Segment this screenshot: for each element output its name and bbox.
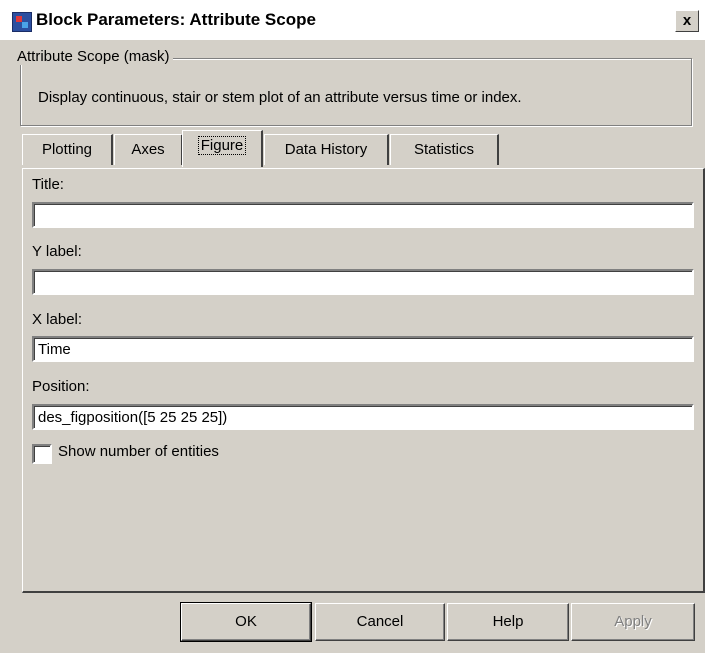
ok-button-label: OK bbox=[235, 613, 257, 630]
position-field-label: Position: bbox=[32, 378, 90, 395]
tab-data-history-label: Data History bbox=[284, 141, 368, 158]
ylabel-field-label: Y label: bbox=[32, 243, 82, 260]
tab-figure-label: Figure bbox=[197, 136, 247, 155]
tab-statistics-label: Statistics bbox=[413, 141, 474, 158]
ylabel-field[interactable] bbox=[32, 269, 694, 295]
close-icon: x bbox=[682, 12, 692, 29]
simulink-block-icon bbox=[12, 12, 32, 32]
help-button[interactable]: Help bbox=[447, 603, 569, 641]
show-entities-label: Show number of entities bbox=[58, 443, 219, 460]
show-entities-checkbox[interactable] bbox=[32, 444, 52, 464]
tab-figure[interactable]: Figure bbox=[182, 130, 263, 167]
title-bar: Block Parameters: Attribute Scope x bbox=[0, 0, 705, 40]
window-title: Block Parameters: Attribute Scope bbox=[36, 10, 316, 29]
close-button[interactable]: x bbox=[675, 10, 699, 32]
description-group-title: Attribute Scope (mask) bbox=[14, 48, 173, 65]
tab-plotting[interactable]: Plotting bbox=[22, 134, 113, 165]
apply-button[interactable]: Apply bbox=[571, 603, 695, 641]
dialog-window: Block Parameters: Attribute Scope x Attr… bbox=[0, 0, 705, 653]
cancel-button-label: Cancel bbox=[356, 613, 404, 630]
help-button-label: Help bbox=[492, 613, 524, 630]
position-field[interactable] bbox=[32, 404, 694, 430]
title-field-label: Title: bbox=[32, 176, 64, 193]
tab-plotting-label: Plotting bbox=[41, 141, 93, 158]
xlabel-field-label: X label: bbox=[32, 311, 83, 328]
tab-axes-label: Axes bbox=[131, 141, 165, 158]
tab-data-history[interactable]: Data History bbox=[264, 134, 389, 165]
tab-statistics[interactable]: Statistics bbox=[390, 134, 499, 165]
tab-panel-figure bbox=[22, 168, 705, 593]
cancel-button[interactable]: Cancel bbox=[315, 603, 445, 641]
tab-axes[interactable]: Axes bbox=[114, 134, 183, 165]
apply-button-label: Apply bbox=[614, 613, 652, 630]
xlabel-field[interactable] bbox=[32, 336, 694, 362]
description-text: Display continuous, stair or stem plot o… bbox=[38, 89, 522, 106]
title-field[interactable] bbox=[32, 202, 694, 228]
ok-button[interactable]: OK bbox=[180, 602, 312, 642]
